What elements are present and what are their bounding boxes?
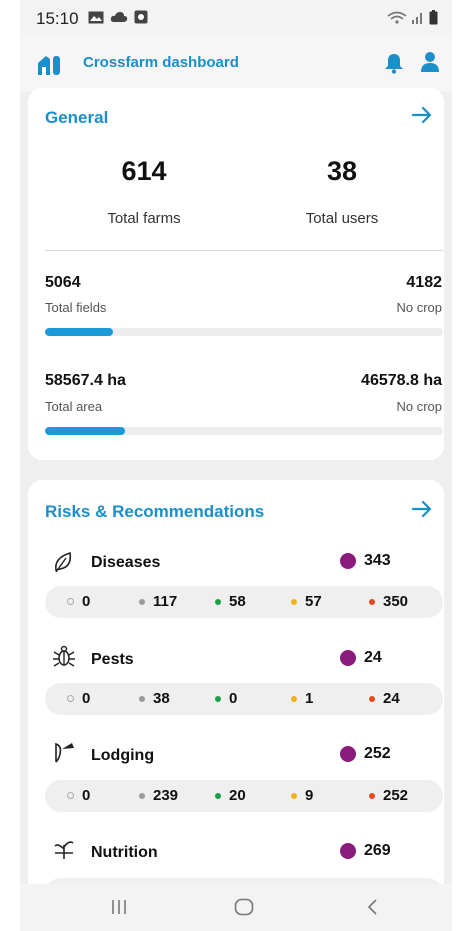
farm-logo-icon[interactable] [36,53,62,77]
risk-name-diseases: Diseases [91,554,161,571]
count-yellow: 57 [291,593,322,610]
area-no-crop-value: 46578.8 ha [361,372,442,389]
total-farms-value: 614 [121,156,167,186]
user-icon[interactable] [420,51,440,73]
purple-dot [340,746,356,762]
count-grey: 239 [139,787,178,804]
status-bar: 15:10 [20,0,452,36]
risk-counts-lodging[interactable]: 0 239 20 9 252 [45,780,443,812]
app-title: Crossfarm dashboard [83,54,239,71]
count-grey: 117 [139,593,177,610]
signal-icon [412,12,422,24]
total-fields-value: 5064 [45,274,81,291]
arrow-right-icon[interactable] [412,106,432,124]
app-header: Crossfarm dashboard [20,36,452,92]
recent-apps-icon[interactable] [110,898,128,916]
bell-icon[interactable] [384,52,404,74]
total-area-label: Total area [45,399,103,414]
count-red: 24 [369,690,400,707]
notification-icons [88,10,148,24]
risk-total-value: 252 [364,745,391,762]
risk-total-pests: 24 [340,649,382,667]
battery-icon [429,10,438,25]
total-users-value: 38 [326,156,358,186]
wifi-icon [387,11,407,24]
total-fields-label: Total fields [45,300,107,315]
risk-counts-pests[interactable]: 0 38 0 1 24 [45,683,443,715]
area-no-crop-label: No crop [396,399,442,414]
phone-screen: 15:10 Crossfarm dashboard General 614 To… [20,0,458,931]
count-empty: 0 [67,787,90,804]
risk-counts-diseases[interactable]: 0 117 58 57 350 [45,586,443,618]
back-icon[interactable] [366,898,378,916]
fields-progress-fill [45,328,113,336]
general-card: General 614 Total farms 38 Total users 5… [28,88,444,460]
risk-total-lodging: 252 [340,745,391,763]
count-green: 58 [215,593,246,610]
risk-name-nutrition: Nutrition [91,844,158,861]
app-notification-icon [134,10,148,24]
count-grey: 38 [139,690,170,707]
divider [45,250,443,251]
risk-name-lodging: Lodging [91,747,155,764]
cloud-icon [110,12,128,22]
home-icon[interactable] [234,898,254,916]
count-empty: 0 [67,690,90,707]
purple-dot [340,650,356,666]
fields-no-crop-label: No crop [396,300,442,315]
fields-progress-bar [45,328,443,336]
total-area-value: 58567.4 ha [45,372,126,389]
status-time: 15:10 [36,9,79,28]
screen-edge [452,0,458,931]
count-green: 20 [215,787,246,804]
risk-name-pests: Pests [91,651,134,668]
purple-dot [340,843,356,859]
general-title: General [45,108,109,127]
system-status-icons [387,10,438,25]
leaf-icon [54,551,72,573]
count-yellow: 1 [291,690,313,707]
count-red: 350 [369,593,408,610]
lodging-icon [55,742,74,763]
total-users-label: Total users [305,210,379,227]
total-farms-label: Total farms [107,210,181,227]
risk-total-value: 269 [364,842,391,859]
count-yellow: 9 [291,787,313,804]
risk-total-value: 24 [364,649,382,666]
risk-total-value: 343 [364,552,391,569]
purple-dot [340,553,356,569]
sprout-icon [54,841,74,859]
area-progress-bar [45,427,443,435]
arrow-right-icon[interactable] [412,500,432,518]
fields-no-crop-value: 4182 [406,274,442,291]
risk-total-diseases: 343 [340,552,391,570]
risk-total-nutrition: 269 [340,842,391,860]
count-green: 0 [215,690,237,707]
count-red: 252 [369,787,408,804]
gallery-icon [88,11,104,23]
bug-icon [53,645,75,667]
risks-title: Risks & Recommendations [45,502,265,521]
risks-card: Risks & Recommendations Diseases 343 0 1… [28,480,444,910]
count-empty: 0 [67,593,90,610]
system-nav-bar [20,884,452,931]
area-progress-fill [45,427,125,435]
